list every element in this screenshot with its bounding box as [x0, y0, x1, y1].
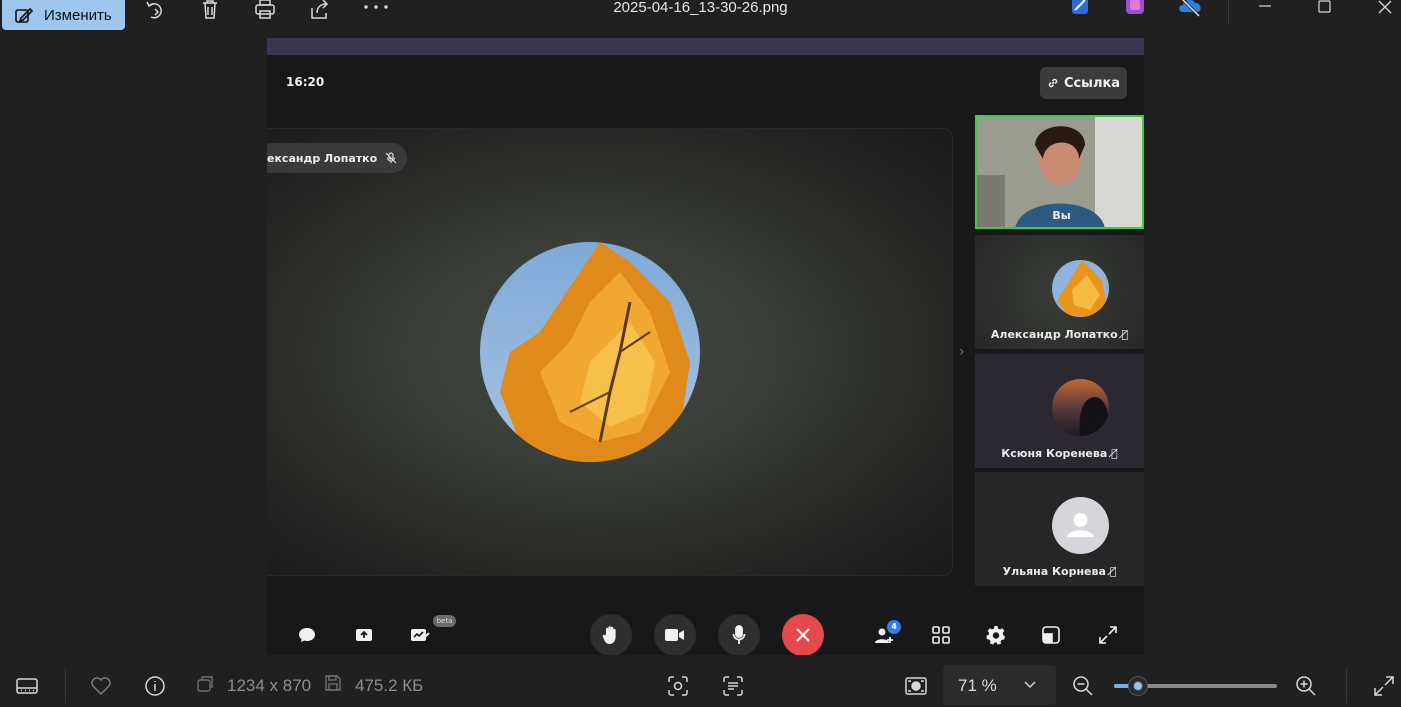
camera-button[interactable] [654, 614, 696, 655]
share-icon[interactable] [308, 0, 332, 22]
participant-tile[interactable]: Ксюня Коренева 🎙̸ [975, 354, 1144, 468]
link-icon [1048, 78, 1058, 88]
status-bar: 1234 x 870 475.2 КБ 71 % [0, 665, 1401, 707]
dimensions-icon [195, 674, 219, 698]
maximize-icon[interactable] [1313, 0, 1337, 18]
copy-link-label: Ссылка [1063, 75, 1121, 91]
chevron-right-icon[interactable]: › [959, 344, 965, 360]
participant-tile[interactable]: Александр Лопатко 🎙̸ [975, 235, 1144, 349]
filmstrip-icon[interactable] [15, 674, 39, 698]
expand-icon[interactable] [1372, 674, 1396, 698]
rotate-icon[interactable] [143, 0, 167, 22]
title-bar: Изменить 2025-04-16_13-30-26.png [0, 0, 1401, 30]
participant-tile[interactable]: Ульяна Корнева 🎙̸ [975, 472, 1144, 586]
info-icon[interactable] [143, 674, 167, 698]
edit-button[interactable]: Изменить [2, 0, 125, 30]
file-name: 2025-04-16_13-30-26.png [613, 0, 788, 16]
raise-hand-button[interactable] [590, 614, 632, 655]
edit-button-label: Изменить [44, 6, 112, 24]
zoom-slider[interactable] [1114, 677, 1277, 695]
more-options-icon[interactable] [363, 0, 388, 22]
grid-view-icon[interactable] [927, 621, 955, 649]
fullscreen-icon[interactable] [1094, 621, 1122, 649]
image-canvas: 16:20 Ссылка ександр Лопатко › Вы Алекса… [267, 38, 1144, 655]
default-avatar-icon [1052, 497, 1109, 554]
participant-avatar [1052, 379, 1109, 436]
chat-icon[interactable] [293, 621, 321, 649]
close-icon[interactable] [1373, 0, 1397, 18]
mic-muted-icon [385, 152, 397, 164]
zoom-dropdown[interactable]: 71 % [943, 665, 1056, 705]
zoom-value: 71 % [958, 676, 997, 695]
save-disk-icon [324, 674, 348, 698]
participant-name: Александр Лопатко 🎙̸ [990, 328, 1129, 341]
delete-icon[interactable] [198, 0, 222, 22]
clipchamp-app-icon[interactable] [1124, 0, 1148, 18]
file-size: 475.2 КБ [355, 676, 424, 695]
mic-muted-icon: 🎙̸ [1111, 447, 1118, 460]
copy-link-button[interactable]: Ссылка [1040, 67, 1127, 99]
favorite-heart-icon[interactable] [89, 674, 113, 698]
close-icon [796, 628, 810, 642]
visual-search-icon[interactable] [666, 674, 690, 698]
camera-icon [665, 629, 684, 641]
fit-to-window-icon[interactable] [904, 674, 928, 698]
chevron-down-icon [1022, 674, 1038, 694]
layout-icon[interactable] [1037, 621, 1065, 649]
speaker-name: ександр Лопатко [267, 151, 378, 165]
minimize-icon[interactable] [1253, 0, 1277, 18]
call-time: 16:20 [286, 75, 325, 89]
call-controls: beta 4 [267, 598, 1144, 655]
participant-name: Ксюня Коренева 🎙̸ [1001, 447, 1118, 460]
participant-name: Вы [1052, 209, 1071, 222]
mic-muted-icon: 🎙̸ [1121, 328, 1129, 341]
speaker-name-pill: ександр Лопатко [267, 143, 408, 173]
end-call-button[interactable] [782, 614, 824, 655]
zoom-slider-thumb[interactable] [1129, 677, 1148, 695]
beta-badge: beta [433, 615, 456, 627]
screen-share-icon[interactable] [350, 621, 378, 649]
settings-gear-icon[interactable] [982, 621, 1010, 649]
zoom-in-icon[interactable] [1294, 674, 1318, 698]
image-dimensions: 1234 x 870 [227, 676, 312, 695]
microphone-icon [732, 625, 746, 644]
text-scan-icon[interactable] [721, 674, 745, 698]
designer-app-icon[interactable] [1069, 0, 1093, 18]
onedrive-offline-icon[interactable] [1177, 0, 1205, 18]
browser-strip [267, 38, 1144, 55]
speaker-avatar [480, 242, 700, 462]
zoom-out-icon[interactable] [1071, 674, 1095, 698]
participants-count-badge: 4 [887, 620, 901, 634]
participant-name: Ульяна Корнева 🎙̸ [1002, 565, 1117, 578]
print-icon[interactable] [253, 0, 277, 22]
participant-tile-self[interactable]: Вы [975, 115, 1144, 229]
whiteboard-icon[interactable] [406, 621, 434, 649]
edit-image-icon [14, 5, 34, 25]
participant-avatar [1052, 260, 1109, 317]
microphone-button[interactable] [718, 614, 760, 655]
mic-muted-icon: 🎙̸ [1109, 565, 1117, 578]
hand-icon [602, 626, 616, 644]
